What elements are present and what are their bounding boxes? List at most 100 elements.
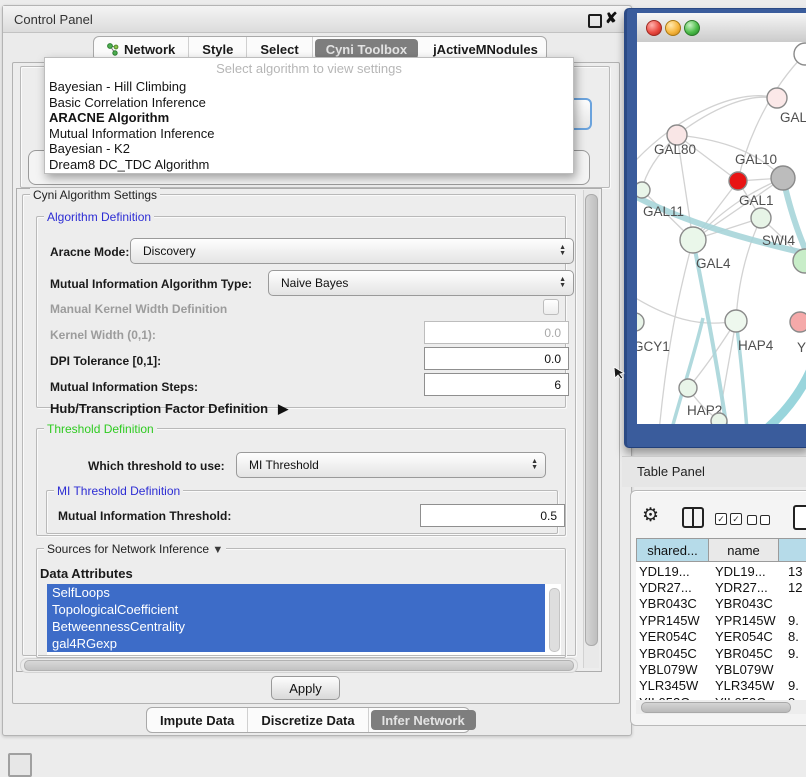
minimize-traffic-light-icon[interactable] bbox=[665, 20, 681, 36]
attributes-scrollbar-thumb[interactable] bbox=[549, 588, 560, 652]
algorithm-option[interactable]: Bayesian - K2 bbox=[49, 141, 569, 157]
dropdown-prompt: Select algorithm to view settings bbox=[45, 61, 573, 76]
network-node-gal10[interactable] bbox=[771, 166, 795, 190]
algorithm-dropdown-list: Bayesian - Hill ClimbingBasic Correlatio… bbox=[49, 79, 569, 172]
expand-right-icon[interactable]: ▶ bbox=[278, 401, 288, 417]
tab-label: Network bbox=[124, 42, 175, 57]
apply-button[interactable]: Apply bbox=[271, 676, 340, 700]
table-row[interactable]: YBL079WYBL079W bbox=[636, 661, 806, 677]
network-node-gal11[interactable] bbox=[637, 182, 650, 198]
hub-definition-expander[interactable]: Hub/Transcription Factor Definition▶ bbox=[50, 401, 288, 417]
manual-kernel-label: Manual Kernel Width Definition bbox=[50, 302, 227, 316]
tab-infer-network[interactable]: Infer Network bbox=[371, 710, 476, 730]
node-label: GAL10 bbox=[735, 152, 777, 167]
which-threshold-combobox[interactable]: MI Threshold ▲▼ bbox=[236, 452, 546, 478]
tab-label: Select bbox=[260, 42, 298, 57]
tab-label: Cyni Toolbox bbox=[326, 42, 407, 57]
aracne-mode-label: Aracne Mode: bbox=[50, 245, 129, 259]
node-table-header: shared...nameA bbox=[636, 538, 806, 562]
close-traffic-light-icon[interactable] bbox=[646, 20, 662, 36]
table-cell: YBR045C bbox=[636, 646, 709, 661]
network-node-gcy1[interactable] bbox=[637, 313, 644, 331]
new-table-icon[interactable] bbox=[793, 505, 806, 530]
close-icon[interactable]: ✘ bbox=[605, 9, 618, 27]
show-columns-icon[interactable] bbox=[682, 507, 704, 528]
table-cell: YBL079W bbox=[636, 662, 709, 677]
stepper-arrows-icon: ▲▼ bbox=[559, 245, 566, 257]
stepper-arrows-icon: ▲▼ bbox=[531, 459, 538, 471]
desktop: { "window": { "title": "Control Panel" }… bbox=[0, 0, 806, 762]
column-header[interactable]: name bbox=[709, 538, 779, 562]
kernel-width-field[interactable]: 0.0 bbox=[424, 321, 569, 344]
select-all-columns-icon[interactable]: ✓ ✓ bbox=[715, 513, 742, 525]
attribute-list-item[interactable]: SelfLoops bbox=[47, 584, 545, 601]
mi-type-value: Naive Bayes bbox=[281, 276, 348, 290]
algorithm-option[interactable]: Basic Correlation Inference bbox=[49, 95, 569, 111]
table-row[interactable]: YBR045CYBR045C9. bbox=[636, 645, 806, 661]
table-cell: YLR345W bbox=[636, 678, 709, 693]
network-node-hap2[interactable] bbox=[679, 379, 697, 397]
table-row[interactable]: YDL19...YDL19...13 bbox=[636, 563, 806, 579]
collapse-down-icon[interactable]: ▼ bbox=[212, 544, 223, 556]
table-row[interactable]: YDR27...YDR27...12 bbox=[636, 579, 806, 595]
attribute-list-item[interactable]: gal4RGexp bbox=[47, 635, 545, 652]
tab-cyni-toolbox[interactable]: Cyni Toolbox bbox=[315, 39, 418, 59]
network-window-titlebar[interactable] bbox=[637, 13, 806, 43]
network-node[interactable] bbox=[729, 172, 747, 190]
network-node-gal1[interactable] bbox=[751, 208, 771, 228]
float-window-icon[interactable] bbox=[588, 14, 602, 28]
network-node[interactable] bbox=[711, 413, 727, 424]
tab-discretize-data[interactable]: Discretize Data bbox=[248, 708, 368, 732]
network-node-gal4[interactable] bbox=[680, 227, 706, 253]
network-node-gal[interactable] bbox=[767, 88, 787, 108]
data-attributes-list[interactable]: SelfLoopsTopologicalCoefficientBetweenne… bbox=[47, 584, 561, 655]
zoom-traffic-light-icon[interactable] bbox=[684, 20, 700, 36]
dpi-tolerance-field[interactable]: 0.0 bbox=[424, 347, 569, 370]
algorithm-option[interactable]: ARACNE Algorithm bbox=[49, 110, 569, 126]
attribute-list-item[interactable]: BetweennessCentrality bbox=[47, 618, 545, 635]
mi-type-combobox[interactable]: Naive Bayes ▲▼ bbox=[268, 270, 574, 296]
mi-threshold-field[interactable]: 0.5 bbox=[420, 504, 565, 527]
table-cell: YER054C bbox=[636, 629, 709, 644]
unselect-all-columns-icon[interactable] bbox=[747, 515, 770, 525]
table-horizontal-scrollbar-thumb[interactable] bbox=[641, 702, 791, 713]
network-node-hap4[interactable] bbox=[725, 310, 747, 332]
mi-type-label: Mutual Information Algorithm Type: bbox=[50, 277, 252, 291]
which-threshold-label: Which threshold to use: bbox=[88, 459, 225, 473]
table-cell: YER054C bbox=[709, 629, 779, 644]
settings-horizontal-scrollbar-thumb[interactable] bbox=[24, 660, 574, 671]
table-cell: YPR145W bbox=[709, 613, 779, 628]
algorithm-option[interactable]: Bayesian - Hill Climbing bbox=[49, 79, 569, 95]
table-cell: 9. bbox=[779, 678, 806, 693]
table-row[interactable]: YER054CYER054C8. bbox=[636, 629, 806, 645]
mi-steps-field[interactable]: 6 bbox=[424, 373, 569, 396]
table-cell: 9. bbox=[779, 646, 806, 661]
algorithm-option[interactable]: Mutual Information Inference bbox=[49, 126, 569, 142]
table-cell: 13 bbox=[779, 564, 806, 579]
table-row[interactable]: YLR345WYLR345W9. bbox=[636, 678, 806, 694]
column-header[interactable]: A bbox=[779, 538, 806, 562]
kernel-width-label: Kernel Width (0,1): bbox=[50, 328, 156, 342]
tab-impute-data[interactable]: Impute Data bbox=[147, 708, 248, 732]
attribute-list-item[interactable]: TopologicalCoefficient bbox=[47, 601, 545, 618]
table-cell: YBL079W bbox=[709, 662, 779, 677]
column-header[interactable]: shared... bbox=[636, 538, 709, 562]
sources-group-title[interactable]: Sources for Network Inference ▼ bbox=[44, 542, 226, 556]
data-attributes-label: Data Attributes bbox=[40, 566, 133, 581]
manual-kernel-checkbox[interactable] bbox=[543, 299, 559, 315]
stepper-arrows-icon: ▲▼ bbox=[559, 277, 566, 289]
algorithm-option[interactable]: Dream8 DC_TDC Algorithm bbox=[49, 157, 569, 173]
network-icon bbox=[107, 43, 119, 56]
node-label: GAL4 bbox=[696, 256, 731, 271]
control-panel-titlebar[interactable] bbox=[3, 6, 629, 33]
minimized-panel-icon[interactable] bbox=[8, 753, 32, 777]
gear-icon[interactable]: ⚙ bbox=[642, 504, 659, 527]
network-node[interactable] bbox=[794, 43, 806, 65]
network-node-y[interactable] bbox=[790, 312, 806, 332]
table-cell: 8. bbox=[779, 629, 806, 644]
settings-vertical-scrollbar-thumb[interactable] bbox=[585, 194, 598, 646]
table-row[interactable]: YPR145WYPR145W9. bbox=[636, 612, 806, 628]
network-canvas[interactable]: GALGAL80GAL10GAL11GAL1SWI4GAL4GCY1HAP4YH… bbox=[637, 42, 806, 424]
aracne-mode-combobox[interactable]: Discovery ▲▼ bbox=[130, 238, 574, 264]
table-row[interactable]: YBR043CYBR043C bbox=[636, 596, 806, 612]
